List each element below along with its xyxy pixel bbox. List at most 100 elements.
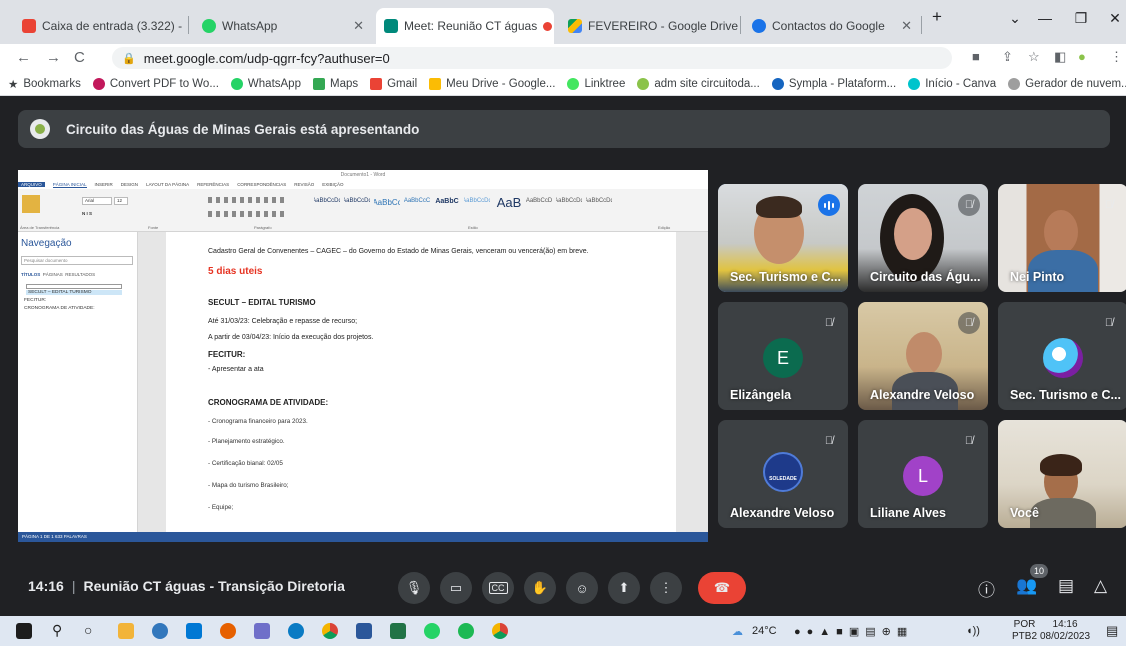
participant-tile[interactable]: 🎙̸ Nei Pinto bbox=[998, 184, 1126, 292]
gmail-icon bbox=[370, 77, 383, 90]
leave-call-button[interactable]: ☎ bbox=[698, 572, 746, 604]
close-icon[interactable]: ✕ bbox=[347, 18, 364, 34]
bookmark-label: WhatsApp bbox=[247, 77, 301, 90]
camera-icon: ▭ bbox=[449, 580, 463, 595]
windows-taskbar: ⚲ ○ ☁ 24°C ●●▲■▣▤⊕▦ ◖)) POR PTB2 14:16 08/… bbox=[0, 616, 1126, 646]
spotify-icon[interactable] bbox=[458, 623, 474, 639]
info-icon[interactable]: ⓘ bbox=[978, 576, 995, 601]
notifications-icon[interactable]: ▤ bbox=[1106, 623, 1118, 639]
tab-gmail[interactable]: Caixa de entrada (3.322) - cir ✕ bbox=[14, 8, 182, 44]
bookmark-item[interactable]: Linktree bbox=[567, 77, 625, 90]
new-tab-button[interactable]: + bbox=[922, 7, 952, 27]
doc-line: - Equipe; bbox=[208, 504, 234, 511]
excel-icon[interactable] bbox=[390, 623, 406, 639]
system-clock[interactable]: 14:16 08/02/2023 bbox=[1040, 619, 1090, 643]
bookmark-item[interactable]: Convert PDF to Wo... bbox=[92, 77, 219, 90]
chrome-icon[interactable] bbox=[322, 623, 338, 639]
ribbon-tab: ARQUIVO bbox=[18, 182, 45, 187]
participant-tile[interactable]: 🎙̸ Sec. Turismo e C... bbox=[998, 302, 1126, 410]
bookmark-item[interactable]: Meu Drive - Google... bbox=[429, 77, 556, 90]
participant-tile[interactable]: SOLEDADE 🎙̸ Alexandre Veloso bbox=[718, 420, 848, 528]
bookmark-item[interactable]: Gmail bbox=[370, 77, 417, 90]
tab-label: Meet: Reunião CT águas bbox=[404, 19, 538, 33]
bookmark-item[interactable]: Maps bbox=[312, 77, 358, 90]
bookmark-label: Início - Canva bbox=[925, 77, 997, 90]
close-icon[interactable]: ✕ bbox=[895, 18, 912, 34]
back-icon[interactable]: ← bbox=[16, 49, 31, 66]
search-icon[interactable]: ⚲ bbox=[52, 622, 62, 639]
bookmark-item[interactable]: Sympla - Plataform... bbox=[771, 77, 896, 90]
raise-hand-button[interactable]: ✋ bbox=[524, 572, 556, 604]
address-bar[interactable]: 🔒 meet.google.com/udp-qgrr-fcy?authuser=… bbox=[112, 47, 952, 69]
tab-whatsapp[interactable]: WhatsApp ✕ bbox=[194, 8, 372, 44]
file-explorer-icon[interactable] bbox=[118, 623, 134, 639]
present-button[interactable]: ⬆ bbox=[608, 572, 640, 604]
ccleaner-icon[interactable] bbox=[288, 623, 304, 639]
tab-search-icon[interactable]: ⌄ bbox=[1000, 10, 1030, 27]
bookmark-item[interactable]: adm site circuitoda... bbox=[637, 77, 760, 90]
bookmark-item[interactable]: ★ Bookmarks bbox=[8, 77, 81, 91]
tab-contacts[interactable]: Contactos do Google ✕ bbox=[744, 8, 920, 44]
bookmark-item[interactable]: WhatsApp bbox=[230, 77, 301, 90]
minimize-icon[interactable]: — bbox=[1030, 10, 1060, 26]
captions-button[interactable]: CC bbox=[482, 572, 514, 604]
ribbon-group-label: Estilo bbox=[468, 225, 478, 230]
system-tray-icons[interactable]: ●●▲■▣▤⊕▦ bbox=[794, 625, 913, 638]
emoji-button[interactable]: ☺ bbox=[566, 572, 598, 604]
word-icon[interactable] bbox=[356, 623, 372, 639]
url-text: meet.google.com/udp-qgrr-fcy?authuser=0 bbox=[143, 50, 390, 66]
participant-tile[interactable]: 🎙̸ Alexandre Veloso bbox=[858, 302, 988, 410]
app-icon[interactable] bbox=[254, 623, 270, 639]
mic-off-icon: 🎙̸ bbox=[1104, 199, 1114, 211]
participant-tile[interactable]: L 🎙̸ Liliane Alves bbox=[858, 420, 988, 528]
style-sample: AaBbCcC bbox=[404, 198, 430, 204]
profile-avatar[interactable]: ● bbox=[1078, 49, 1086, 64]
sidepanel-icon[interactable]: ◧ bbox=[1054, 49, 1066, 65]
mail-icon[interactable] bbox=[186, 623, 202, 639]
participant-tile[interactable]: 🎙̸ Circuito das Águ... bbox=[858, 184, 988, 292]
doc-line: - Planejamento estratégico. bbox=[208, 438, 285, 445]
nav-tabs: TÍTULOS PÁGINAS RESULTADOS bbox=[21, 272, 96, 277]
start-menu-icon[interactable] bbox=[16, 623, 32, 639]
bookmark-item[interactable]: Início - Canva bbox=[908, 77, 997, 90]
word-status-bar: PÁGINA 1 DE 1 633 PALAVRAS bbox=[18, 532, 708, 542]
captions-icon: CC bbox=[488, 582, 508, 594]
microphone-button[interactable]: 🎙 bbox=[398, 572, 430, 604]
whatsapp-icon[interactable] bbox=[424, 623, 440, 639]
people-icon[interactable]: 👥 bbox=[1016, 576, 1037, 596]
volume-icon[interactable]: ◖)) bbox=[966, 625, 980, 637]
present-icon: ⬆ bbox=[618, 580, 630, 595]
maximize-icon[interactable]: ❐ bbox=[1066, 10, 1096, 27]
participant-tile[interactable]: Sec. Turismo e C... bbox=[718, 184, 848, 292]
camera-permission-icon[interactable]: ■ bbox=[972, 49, 980, 64]
doc-line: - Mapa do turismo Brasileiro; bbox=[208, 482, 289, 489]
camera-button[interactable]: ▭ bbox=[440, 572, 472, 604]
forward-icon[interactable]: → bbox=[46, 49, 61, 66]
chat-icon[interactable]: ▤ bbox=[1058, 576, 1074, 596]
bookmark-item[interactable]: Gerador de nuvem... bbox=[1008, 77, 1126, 90]
star-icon[interactable]: ☆ bbox=[1028, 49, 1040, 65]
bookmark-label: Meu Drive - Google... bbox=[446, 77, 556, 90]
star-icon: ★ bbox=[8, 78, 19, 91]
cortana-icon[interactable]: ○ bbox=[84, 622, 92, 638]
chrome-icon[interactable] bbox=[492, 623, 508, 639]
tab-drive[interactable]: FEVEREIRO - Google Drive ✕ bbox=[560, 8, 738, 44]
sympla-icon bbox=[771, 77, 784, 90]
meeting-time: 14:16 bbox=[28, 578, 64, 594]
share-icon[interactable]: ⇪ bbox=[1002, 49, 1013, 65]
edge-icon[interactable] bbox=[152, 623, 168, 639]
window-close-icon[interactable]: ✕ bbox=[1100, 10, 1126, 27]
word-ribbon: Arial 12 N I S AaBbCcDd AaBbCcDd AaBbCc … bbox=[18, 189, 708, 232]
tab-meet[interactable]: Meet: Reunião CT águas ✕ bbox=[376, 8, 554, 44]
drive-icon bbox=[429, 77, 442, 90]
more-options-button[interactable]: ⋮ bbox=[650, 572, 682, 604]
ribbon-tab: REFERÊNCIAS bbox=[197, 182, 230, 187]
activities-icon[interactable]: △ bbox=[1094, 576, 1107, 596]
self-view-tile[interactable]: Você bbox=[998, 420, 1126, 528]
language-indicator[interactable]: POR PTB2 bbox=[1012, 619, 1037, 643]
menu-icon[interactable]: ⋮ bbox=[1110, 49, 1123, 65]
reload-icon[interactable]: C bbox=[74, 49, 85, 66]
participant-tile[interactable]: E 🎙̸ Elizângela bbox=[718, 302, 848, 410]
firefox-icon[interactable] bbox=[220, 623, 236, 639]
ribbon-group-label: Edição bbox=[658, 225, 671, 230]
